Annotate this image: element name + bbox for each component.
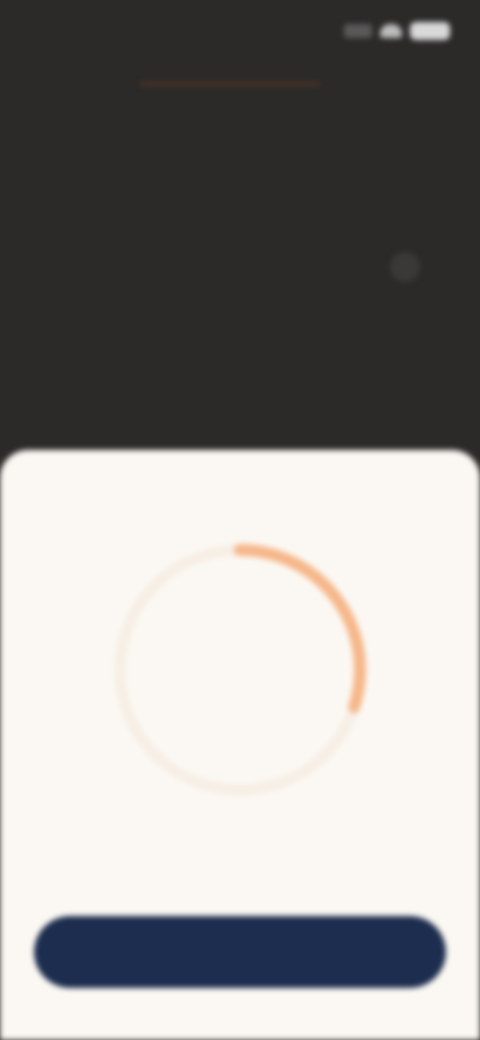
status-bar xyxy=(0,0,480,60)
selected-check-icon xyxy=(390,252,420,282)
background-screen xyxy=(0,0,480,1040)
progress-gauge xyxy=(90,520,390,820)
status-icons xyxy=(344,22,450,40)
header-accent-line xyxy=(140,82,320,86)
primary-action-button[interactable] xyxy=(34,916,446,988)
gauge-arc xyxy=(234,544,366,714)
battery-icon xyxy=(410,22,450,40)
gauge-svg xyxy=(114,544,366,796)
wifi-icon xyxy=(380,24,402,38)
signal-icon xyxy=(344,24,372,38)
